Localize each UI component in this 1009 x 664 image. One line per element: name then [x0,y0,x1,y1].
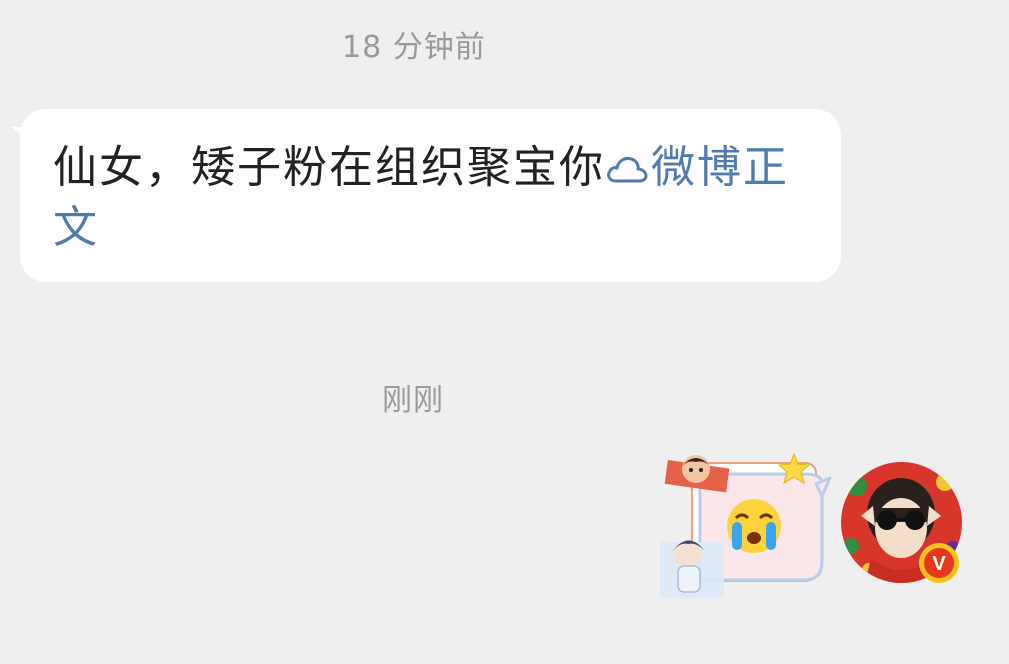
message-body: 仙女，矮子粉在组织聚宝你 [53,142,605,193]
character-sticker-bottom [660,540,724,598]
crying-face-emoji [727,499,781,553]
verified-badge-icon: V [919,543,959,583]
character-sticker-top [664,455,730,493]
sticker-message[interactable] [656,450,834,600]
timestamp-just-now: 刚刚 [382,383,444,418]
verified-badge-label: V [932,553,946,575]
timestamp-18-min-ago: 18 分钟前 [342,30,486,65]
cloud-icon [607,157,648,183]
incoming-message-text: 仙女，矮子粉在组织聚宝你 微博正文 [53,138,803,258]
